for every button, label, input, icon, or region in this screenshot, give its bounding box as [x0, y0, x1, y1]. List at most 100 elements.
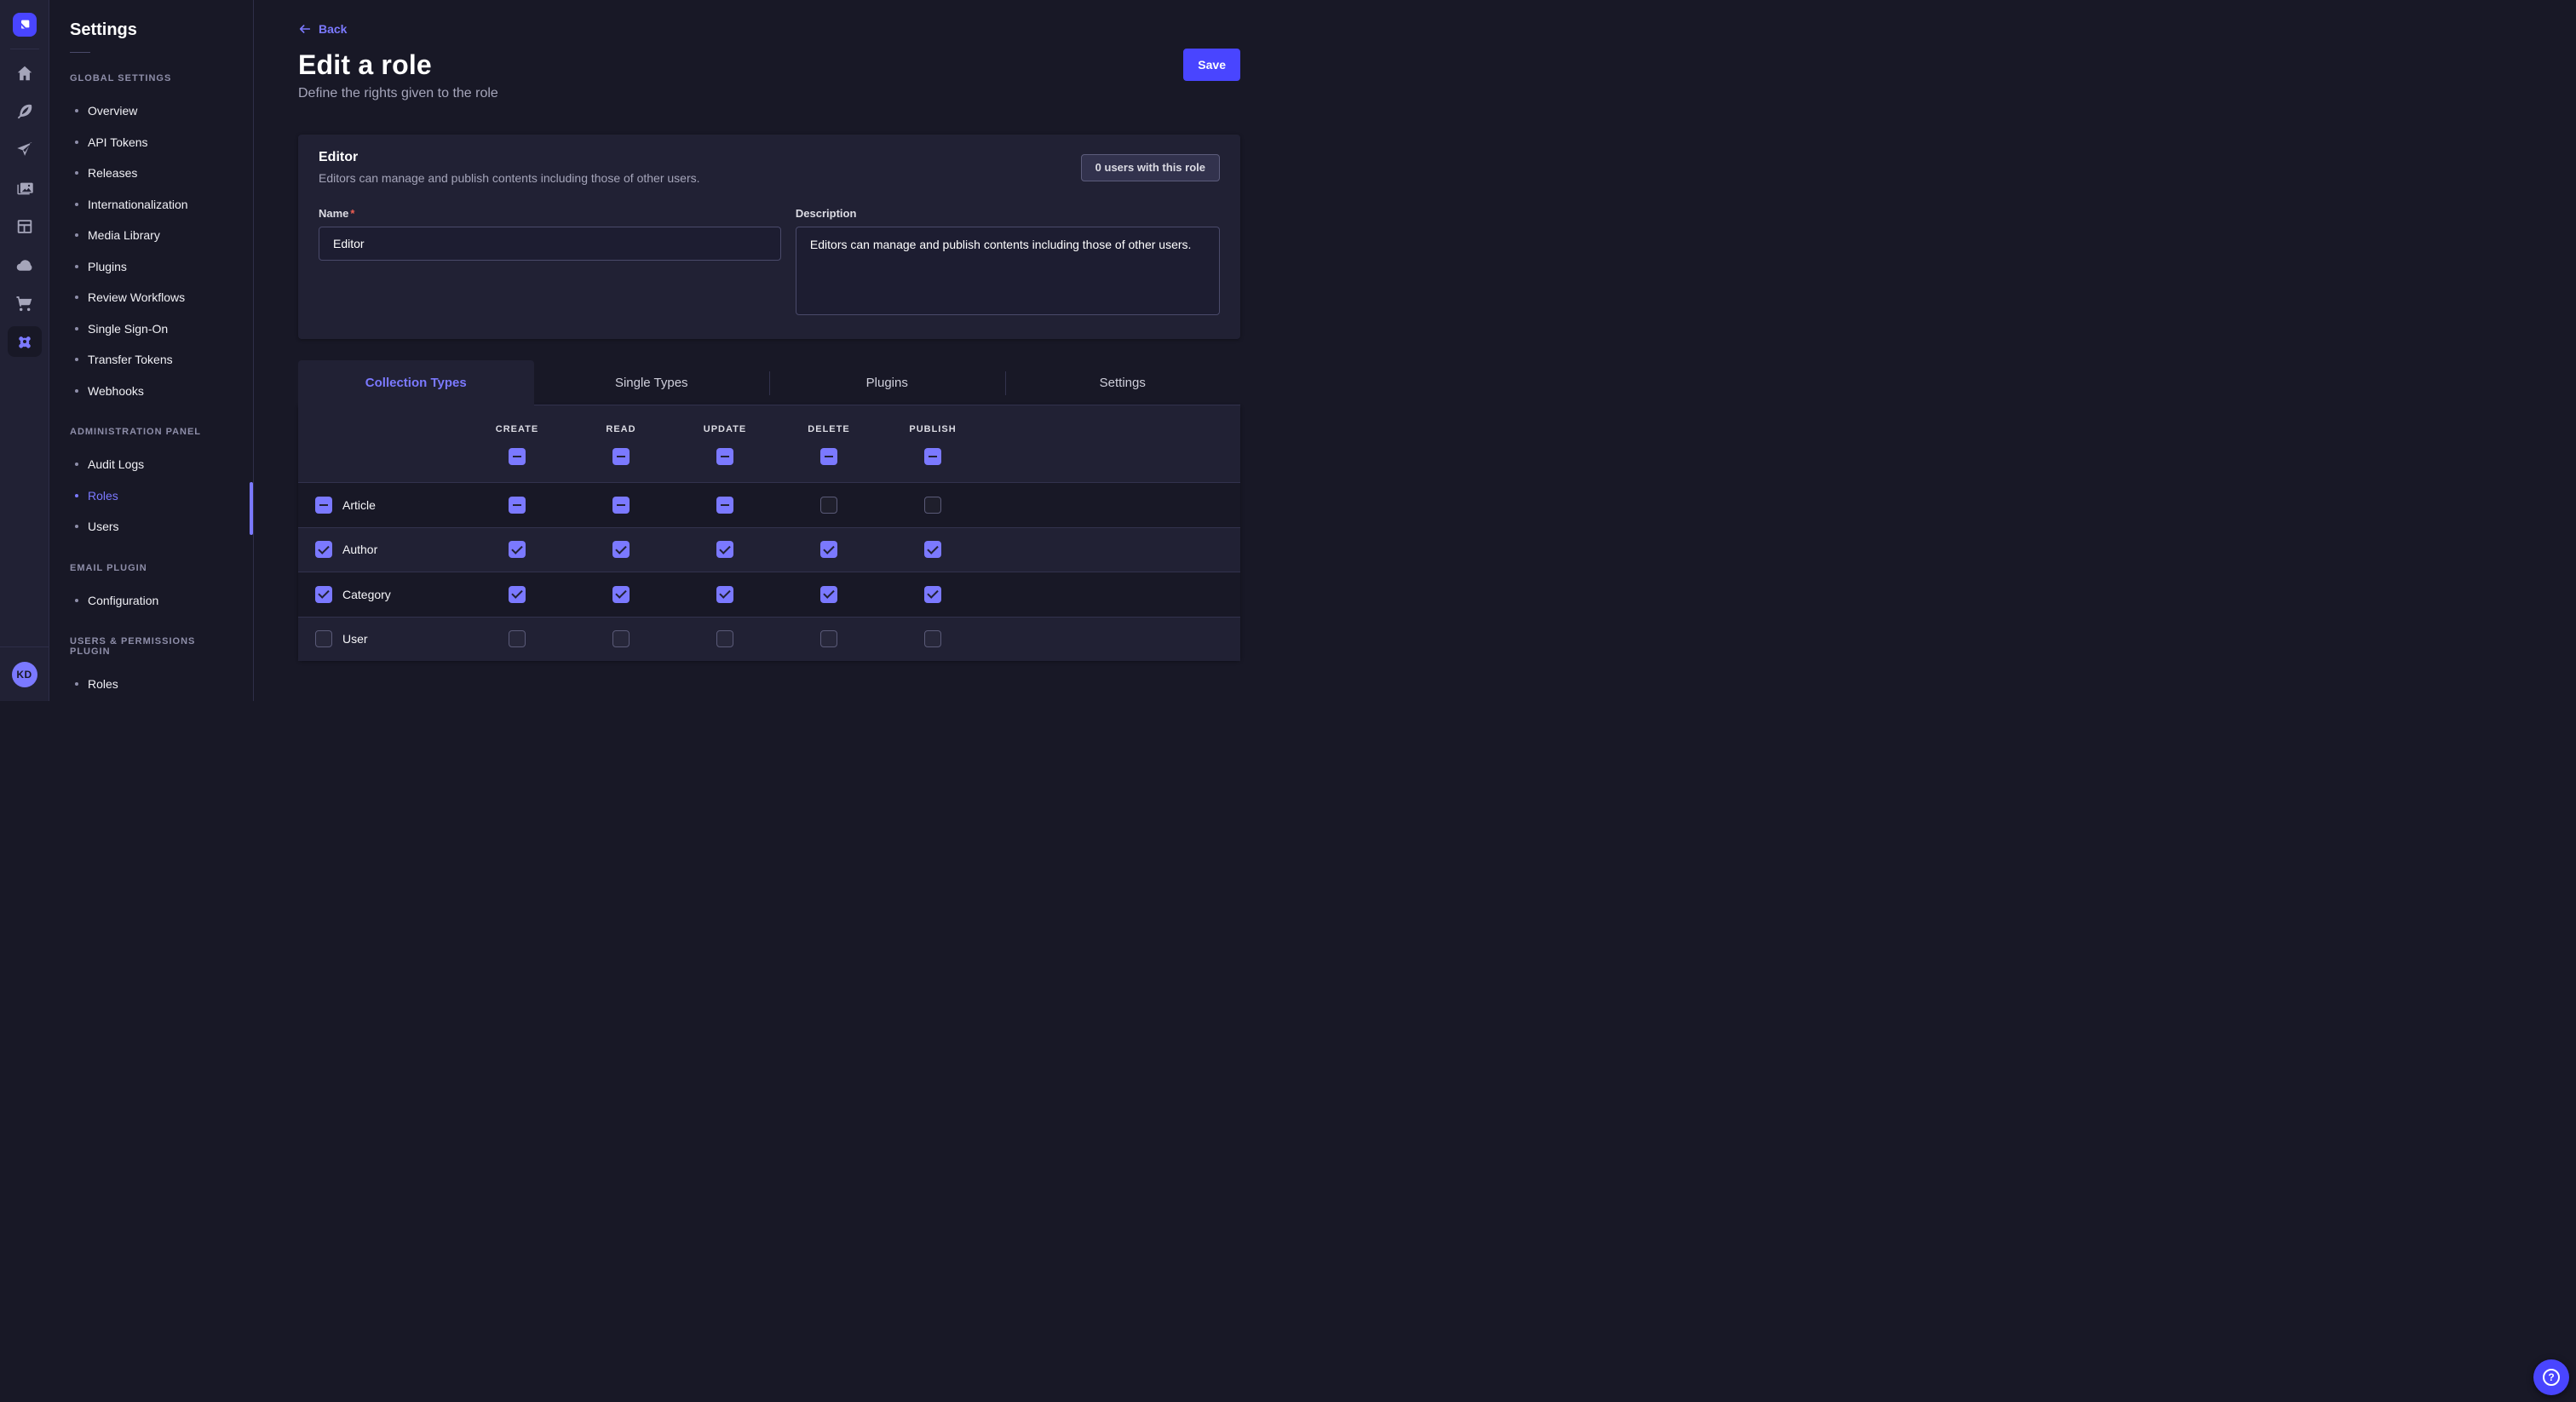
article-update-checkbox[interactable] [716, 497, 733, 514]
bullet-icon [75, 171, 78, 175]
author-delete-checkbox[interactable] [820, 541, 837, 558]
row-checkbox-category[interactable] [315, 586, 332, 603]
master-checkbox-publish[interactable] [924, 448, 941, 465]
category-publish-checkbox[interactable] [924, 586, 941, 603]
sidebar-item-configuration[interactable]: Configuration [49, 585, 253, 617]
role-description-text: Editors can manage and publish contents … [319, 171, 700, 185]
role-name-input[interactable] [319, 227, 781, 261]
row-checkbox-user[interactable] [315, 630, 332, 647]
bullet-icon [75, 463, 78, 466]
sidebar-scrollbar-thumb[interactable] [250, 482, 253, 535]
article-read-checkbox[interactable] [612, 497, 630, 514]
settings-sidebar: Settings GLOBAL SETTINGS OverviewAPI Toke… [49, 0, 254, 701]
tab-single-types[interactable]: Single Types [534, 360, 770, 405]
author-update-checkbox[interactable] [716, 541, 733, 558]
cloud-icon[interactable] [8, 250, 42, 280]
master-checkbox-read[interactable] [612, 448, 630, 465]
app-window: KD Settings GLOBAL SETTINGS OverviewAPI T… [0, 0, 1288, 701]
sidebar-item-overview[interactable]: Overview [49, 95, 253, 127]
bullet-icon [75, 296, 78, 299]
master-checkbox-create[interactable] [509, 448, 526, 465]
bullet-icon [75, 109, 78, 112]
sidebar-item-review-workflows[interactable]: Review Workflows [49, 282, 253, 313]
article-delete-checkbox[interactable] [820, 497, 837, 514]
page-title: Edit a role [298, 49, 432, 81]
sidebar-item-plugins[interactable]: Plugins [49, 251, 253, 283]
category-read-checkbox[interactable] [612, 586, 630, 603]
save-button[interactable]: Save [1183, 49, 1240, 81]
role-description-textarea[interactable]: Editors can manage and publish contents … [796, 227, 1220, 315]
column-header-read: READ [569, 424, 673, 434]
content-type-name: User [342, 632, 368, 646]
sidebar-item-roles[interactable]: Roles [49, 669, 253, 700]
author-create-checkbox[interactable] [509, 541, 526, 558]
user-update-checkbox[interactable] [716, 630, 733, 647]
sidebar-item-users[interactable]: Users [49, 511, 253, 543]
column-header-delete: DELETE [777, 424, 881, 434]
category-create-checkbox[interactable] [509, 586, 526, 603]
user-avatar[interactable]: KD [12, 662, 37, 687]
strapi-logo-icon[interactable] [13, 13, 37, 37]
tab-plugins[interactable]: Plugins [769, 360, 1005, 405]
sidebar-title: Settings [70, 21, 253, 38]
sidebar-item-internationalization[interactable]: Internationalization [49, 189, 253, 221]
sidebar-item-webhooks[interactable]: Webhooks [49, 376, 253, 407]
name-field-label: Name* [319, 207, 781, 220]
permission-row-category: Category [298, 572, 1240, 617]
permission-row-author: Author [298, 527, 1240, 572]
master-checkbox-delete[interactable] [820, 448, 837, 465]
bullet-icon [75, 358, 78, 361]
category-delete-checkbox[interactable] [820, 586, 837, 603]
sidebar-item-label: Media Library [88, 228, 160, 242]
sidebar-section-header: GLOBAL SETTINGS [70, 73, 233, 83]
sidebar-item-label: Releases [88, 166, 137, 180]
role-name-heading: Editor [319, 150, 700, 165]
user-create-checkbox[interactable] [509, 630, 526, 647]
arrow-left-icon [298, 22, 312, 36]
required-asterisk: * [350, 207, 354, 220]
permission-row-article: Article [298, 482, 1240, 527]
row-checkbox-article[interactable] [315, 497, 332, 514]
tab-collection-types[interactable]: Collection Types [298, 360, 534, 405]
sidebar-item-media-library[interactable]: Media Library [49, 220, 253, 251]
sidebar-item-releases[interactable]: Releases [49, 158, 253, 189]
sidebar-item-roles[interactable]: Roles [49, 480, 253, 512]
paper-plane-icon[interactable] [8, 135, 42, 165]
row-checkbox-author[interactable] [315, 541, 332, 558]
media-library-icon[interactable] [8, 173, 42, 204]
article-create-checkbox[interactable] [509, 497, 526, 514]
sidebar-item-providers[interactable]: Providers [49, 700, 253, 702]
feather-icon[interactable] [8, 96, 42, 127]
sidebar-item-audit-logs[interactable]: Audit Logs [49, 449, 253, 480]
home-icon[interactable] [8, 58, 42, 89]
column-header-publish: PUBLISH [881, 424, 985, 434]
rail-bottom-divider [0, 646, 49, 647]
sidebar-section-header: USERS & PERMISSIONS PLUGIN [70, 636, 233, 657]
user-read-checkbox[interactable] [612, 630, 630, 647]
sidebar-item-transfer-tokens[interactable]: Transfer Tokens [49, 344, 253, 376]
sidebar-title-divider [70, 52, 90, 53]
gear-icon[interactable] [8, 326, 42, 357]
sidebar-item-api-tokens[interactable]: API Tokens [49, 127, 253, 158]
sidebar-item-single-sign-on[interactable]: Single Sign-On [49, 313, 253, 345]
master-checkbox-update[interactable] [716, 448, 733, 465]
help-button[interactable]: ? [2533, 1359, 2569, 1395]
bullet-icon [75, 203, 78, 206]
cart-icon[interactable] [8, 288, 42, 319]
author-read-checkbox[interactable] [612, 541, 630, 558]
tab-settings[interactable]: Settings [1005, 360, 1241, 405]
back-link[interactable]: Back [298, 22, 347, 36]
layout-icon[interactable] [8, 211, 42, 242]
sidebar-item-label: Roles [88, 677, 118, 691]
article-publish-checkbox[interactable] [924, 497, 941, 514]
user-delete-checkbox[interactable] [820, 630, 837, 647]
category-update-checkbox[interactable] [716, 586, 733, 603]
sidebar-item-label: Audit Logs [88, 457, 144, 471]
permissions-table: CREATEREADUPDATEDELETEPUBLISH ArticleAut… [298, 405, 1240, 661]
author-publish-checkbox[interactable] [924, 541, 941, 558]
user-publish-checkbox[interactable] [924, 630, 941, 647]
bullet-icon [75, 494, 78, 497]
bullet-icon [75, 141, 78, 144]
users-with-role-button[interactable]: 0 users with this role [1081, 154, 1220, 181]
sidebar-item-label: Internationalization [88, 198, 188, 211]
